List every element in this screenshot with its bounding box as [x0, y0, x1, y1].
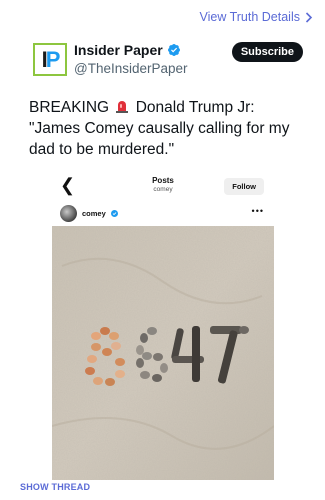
subscribe-button[interactable]: Subscribe [231, 42, 303, 62]
account-avatar[interactable]: IP [33, 43, 67, 76]
post-user-row: comey ••• [52, 200, 274, 226]
more-horizontal-icon[interactable]: ••• [252, 206, 264, 216]
tweet-text: BREAKING Donald Trump Jr: "James Comey c… [29, 97, 303, 160]
verified-badge-icon [167, 44, 180, 56]
account-header: IP Insider Paper @TheInsiderPaper Subscr… [33, 40, 303, 80]
account-info: Insider Paper @TheInsiderPaper [74, 42, 188, 76]
account-handle[interactable]: @TheInsiderPaper [74, 61, 188, 76]
show-thread-link[interactable]: SHOW THREAD [20, 482, 90, 492]
post-top-bar: ❮ Posts comey Follow [52, 170, 274, 200]
post-username[interactable]: comey [82, 209, 106, 218]
view-truth-details-link[interactable]: View Truth Details [199, 10, 313, 24]
logo-text: IP [41, 46, 61, 72]
chevron-right-icon [305, 11, 313, 23]
tweet-prefix: BREAKING [29, 99, 110, 116]
shells-in-sand-photo [52, 226, 274, 480]
account-name[interactable]: Insider Paper [74, 42, 163, 58]
view-truth-details-label: View Truth Details [199, 10, 300, 24]
post-avatar[interactable] [60, 204, 77, 222]
siren-icon [116, 101, 129, 113]
verified-badge-icon [110, 209, 118, 217]
embedded-instagram-post[interactable]: ❮ Posts comey Follow comey ••• [52, 170, 274, 480]
follow-button[interactable]: Follow [224, 178, 264, 195]
